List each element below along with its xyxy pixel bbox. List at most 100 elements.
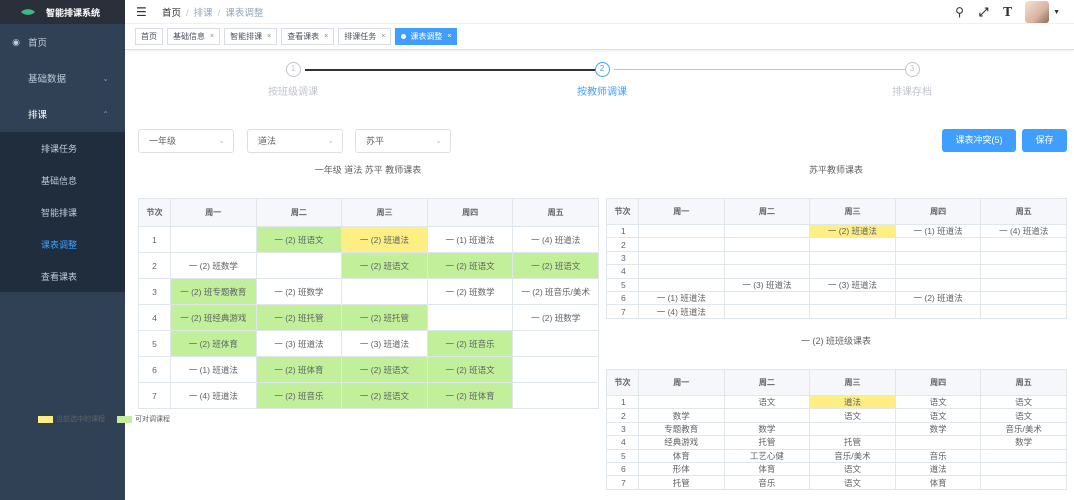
- schedule-cell[interactable]: [723, 264, 811, 279]
- sidebar-item-smart-schedule[interactable]: 智能排课: [0, 196, 125, 228]
- schedule-cell[interactable]: 形体: [638, 461, 725, 477]
- sidebar-item-tasks[interactable]: 排课任务: [0, 132, 125, 164]
- schedule-cell[interactable]: [980, 475, 1067, 490]
- schedule-cell[interactable]: 经典游戏: [638, 435, 725, 450]
- schedule-cell[interactable]: 一 (2) 班音乐/美术: [512, 278, 599, 305]
- schedule-cell[interactable]: [638, 223, 725, 239]
- schedule-cell[interactable]: 一 (1) 班道法: [170, 356, 257, 383]
- schedule-cell[interactable]: [512, 382, 599, 409]
- close-icon[interactable]: ×: [447, 33, 451, 40]
- schedule-cell[interactable]: [638, 237, 725, 252]
- schedule-cell[interactable]: 一 (1) 班道法: [638, 290, 725, 306]
- schedule-cell[interactable]: [894, 304, 982, 319]
- tag-tasks[interactable]: 排课任务 ×: [338, 28, 392, 45]
- schedule-cell[interactable]: [723, 223, 811, 239]
- schedule-cell[interactable]: [512, 356, 599, 383]
- schedule-cell[interactable]: 一 (2) 班数学: [426, 278, 514, 305]
- schedule-cell[interactable]: 语文: [809, 461, 896, 477]
- caret-down-icon[interactable]: ▼: [1053, 9, 1060, 16]
- schedule-cell[interactable]: 语文: [894, 408, 982, 423]
- schedule-cell[interactable]: [723, 304, 811, 319]
- close-icon[interactable]: ×: [381, 33, 385, 40]
- fullscreen-icon[interactable]: ⤢: [977, 5, 990, 20]
- schedule-cell[interactable]: 一 (1) 班道法: [894, 223, 982, 239]
- schedule-cell[interactable]: [723, 250, 811, 266]
- schedule-cell[interactable]: 一 (4) 班道法: [638, 304, 725, 319]
- schedule-cell[interactable]: [809, 290, 896, 306]
- schedule-cell[interactable]: 一 (4) 班道法: [980, 223, 1067, 239]
- search-icon[interactable]: ⚲: [953, 5, 966, 19]
- schedule-cell[interactable]: [512, 330, 599, 357]
- breadcrumb-item[interactable]: 首页: [162, 8, 181, 19]
- close-icon[interactable]: ×: [267, 33, 271, 40]
- schedule-cell[interactable]: 一 (2) 班体育: [426, 382, 514, 409]
- schedule-cell[interactable]: [638, 277, 725, 292]
- schedule-cell[interactable]: [809, 237, 896, 252]
- schedule-cell[interactable]: 音乐/美术: [809, 448, 896, 463]
- schedule-cell[interactable]: [170, 226, 257, 253]
- save-button[interactable]: 保存: [1022, 129, 1067, 152]
- schedule-cell[interactable]: 一 (2) 班数学: [255, 278, 343, 305]
- schedule-cell[interactable]: 道法: [894, 461, 982, 477]
- schedule-cell[interactable]: [980, 448, 1067, 463]
- schedule-cell[interactable]: 一 (2) 班托管: [341, 304, 428, 331]
- schedule-cell[interactable]: 一 (2) 班体育: [255, 356, 343, 383]
- schedule-cell[interactable]: [638, 264, 725, 279]
- schedule-cell[interactable]: 一 (2) 班语文: [512, 252, 599, 279]
- close-icon[interactable]: ×: [210, 33, 214, 40]
- schedule-cell[interactable]: 一 (2) 班经典游戏: [170, 304, 257, 331]
- schedule-cell[interactable]: 托管: [638, 475, 725, 490]
- schedule-cell[interactable]: 一 (4) 班道法: [512, 226, 599, 253]
- sidebar-item-basic-data[interactable]: 基础数据 ⌄: [0, 60, 125, 96]
- schedule-cell[interactable]: 数学: [980, 435, 1067, 450]
- hamburger-icon[interactable]: ☰: [136, 5, 148, 19]
- schedule-cell[interactable]: 一 (2) 班音乐: [426, 330, 514, 357]
- schedule-cell[interactable]: [980, 304, 1067, 319]
- tag-adjust[interactable]: 课表调整 ×: [395, 28, 458, 45]
- schedule-cell[interactable]: [723, 237, 811, 252]
- grade-select[interactable]: 一年级 ⌄: [138, 129, 234, 153]
- schedule-cell[interactable]: 托管: [809, 435, 896, 450]
- schedule-cell[interactable]: 一 (2) 班专题教育: [170, 278, 257, 305]
- close-icon[interactable]: ×: [324, 33, 328, 40]
- schedule-cell[interactable]: 一 (3) 班道法: [809, 277, 896, 292]
- schedule-cell[interactable]: [638, 250, 725, 266]
- schedule-cell[interactable]: 一 (2) 班语文: [341, 382, 428, 409]
- schedule-cell[interactable]: 一 (2) 班音乐: [255, 382, 343, 409]
- schedule-cell[interactable]: 一 (2) 班体育: [170, 330, 257, 357]
- schedule-cell[interactable]: 托管: [723, 435, 811, 450]
- schedule-cell[interactable]: 一 (2) 班道法: [809, 223, 896, 239]
- conflict-button[interactable]: 课表冲突(5): [942, 129, 1016, 152]
- tag-basic-info[interactable]: 基础信息 ×: [167, 28, 221, 45]
- schedule-cell[interactable]: 一 (2) 班道法: [894, 290, 982, 306]
- schedule-cell[interactable]: [980, 237, 1067, 252]
- schedule-cell[interactable]: 一 (2) 班道法: [341, 226, 428, 253]
- schedule-cell[interactable]: 一 (2) 班数学: [170, 252, 257, 279]
- schedule-cell[interactable]: [894, 250, 982, 266]
- schedule-cell[interactable]: [980, 461, 1067, 477]
- schedule-cell[interactable]: 一 (2) 班语文: [426, 356, 514, 383]
- schedule-cell[interactable]: 语文: [980, 408, 1067, 423]
- schedule-cell[interactable]: 数学: [638, 408, 725, 423]
- schedule-cell[interactable]: 音乐/美术: [980, 421, 1067, 437]
- schedule-cell[interactable]: [894, 264, 982, 279]
- schedule-cell[interactable]: [980, 277, 1067, 292]
- schedule-cell[interactable]: [638, 394, 725, 410]
- schedule-cell[interactable]: 音乐: [723, 475, 811, 490]
- schedule-cell[interactable]: 体育: [638, 448, 725, 463]
- schedule-cell[interactable]: [723, 290, 811, 306]
- schedule-cell[interactable]: 一 (2) 班语文: [426, 252, 514, 279]
- schedule-cell[interactable]: 一 (3) 班道法: [723, 277, 811, 292]
- schedule-cell[interactable]: 一 (4) 班道法: [170, 382, 257, 409]
- tag-smart-schedule[interactable]: 智能排课 ×: [224, 28, 278, 45]
- schedule-cell[interactable]: 语文: [809, 408, 896, 423]
- schedule-cell[interactable]: 一 (2) 班语文: [341, 252, 428, 279]
- schedule-cell[interactable]: [723, 408, 811, 423]
- schedule-cell[interactable]: [426, 304, 514, 331]
- sidebar-item-adjust[interactable]: 课表调整: [0, 228, 125, 260]
- schedule-cell[interactable]: 一 (2) 班语文: [341, 356, 428, 383]
- schedule-cell[interactable]: 语文: [980, 394, 1067, 410]
- sidebar-item-view[interactable]: 查看课表: [0, 260, 125, 292]
- font-size-icon[interactable]: T: [1001, 5, 1014, 19]
- schedule-cell[interactable]: 语文: [723, 394, 811, 410]
